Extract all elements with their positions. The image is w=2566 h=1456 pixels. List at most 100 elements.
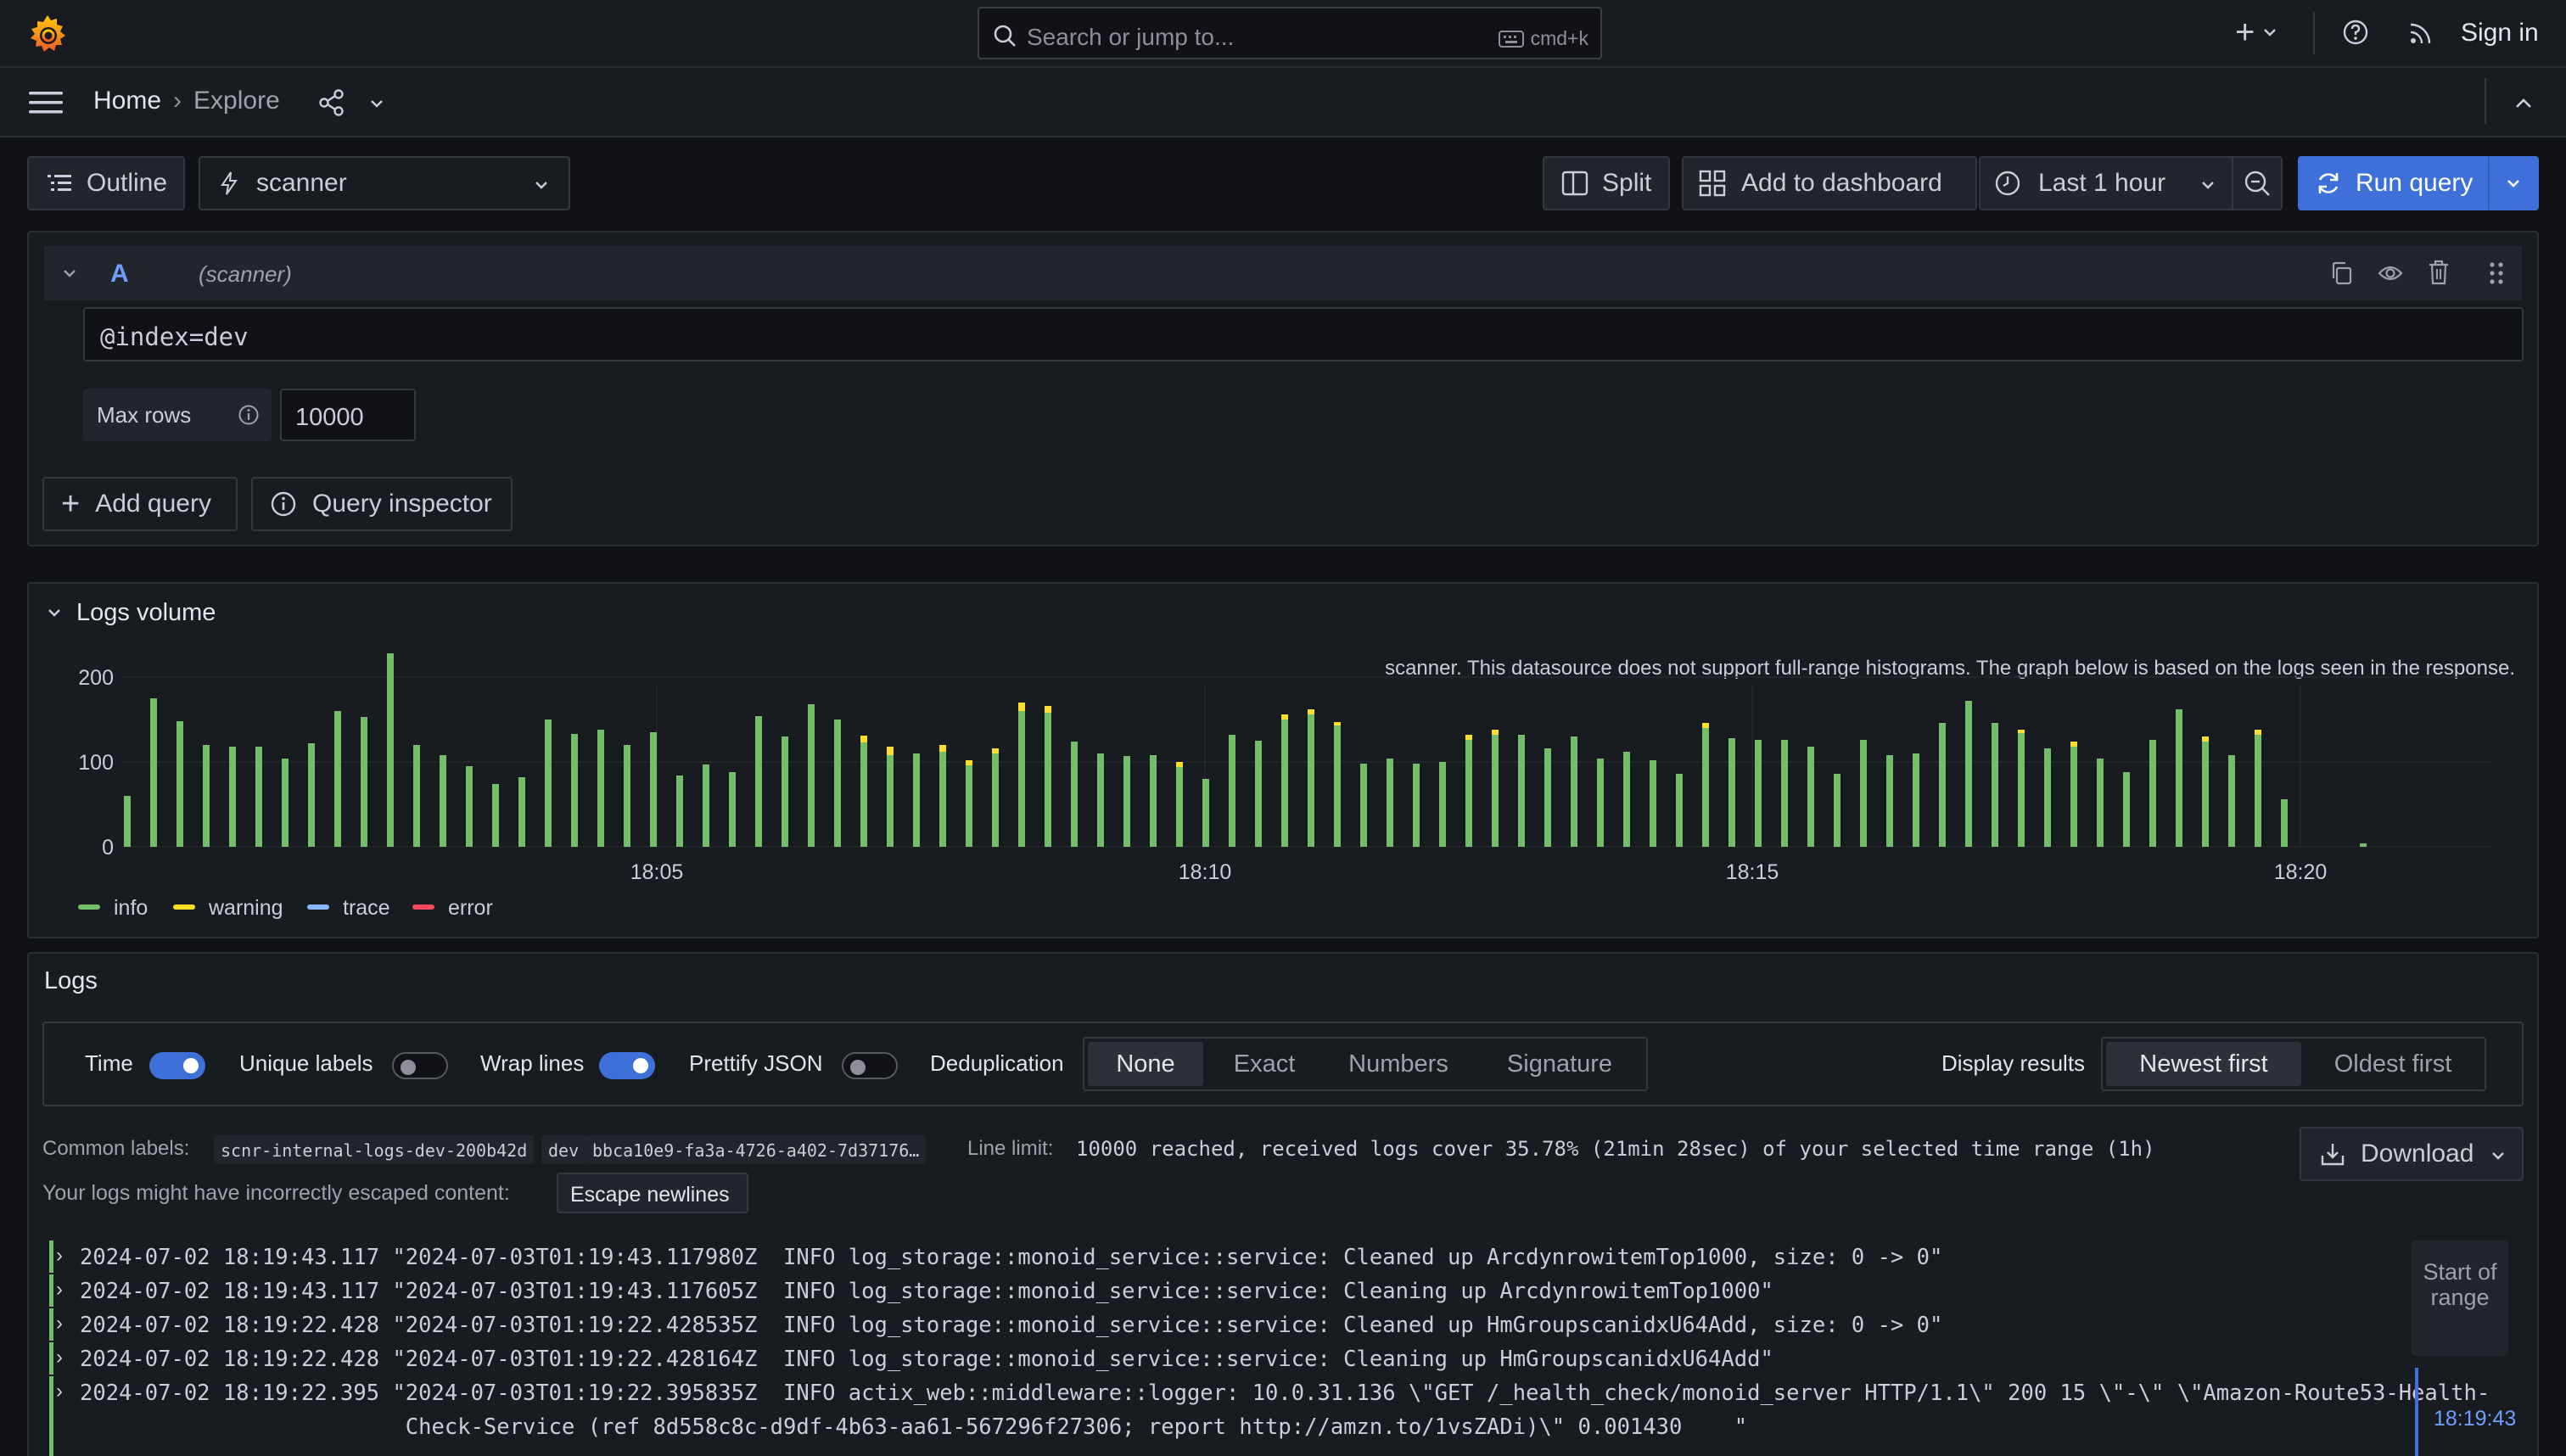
chevron-down-icon (535, 182, 547, 189)
log-row[interactable]: 2024-07-02 18:19:43.117 "2024-07-03T01:1… (80, 1274, 1773, 1308)
chevron-down-icon (2202, 182, 2214, 189)
query-datasource-hint: (scanner) (199, 261, 292, 287)
divider (2313, 12, 2315, 54)
bar-info (1360, 764, 1367, 847)
rss-icon[interactable] (2408, 20, 2434, 46)
bar-info (1123, 756, 1130, 847)
order-option-newest[interactable]: Newest first (2106, 1042, 2301, 1086)
bar-info (624, 745, 630, 847)
display-results-selector: Newest first Oldest first (2101, 1037, 2486, 1091)
query-inspector-button[interactable]: Query inspector (251, 477, 513, 531)
zoom-out-button[interactable] (2232, 156, 2283, 210)
bar-info (492, 784, 499, 847)
start-of-range-button[interactable]: Start of range (2412, 1240, 2508, 1356)
chevron-down-icon[interactable] (368, 95, 385, 112)
time-toggle-label: Time (85, 1050, 133, 1076)
bar-info (913, 753, 920, 847)
new-menu-button[interactable]: + (2235, 15, 2278, 49)
collapse-chevron-icon[interactable] (61, 265, 78, 282)
bar-info (1913, 753, 1919, 847)
legend-item-info: info (114, 896, 148, 920)
dedup-option-numbers[interactable]: Numbers (1325, 1042, 1471, 1086)
log-row[interactable]: 2024-07-02 18:19:43.117 "2024-07-03T01:1… (80, 1240, 1942, 1274)
query-row-header: A (scanner) (44, 246, 2522, 300)
outline-button[interactable]: Outline (27, 156, 185, 210)
bar-info (992, 753, 999, 847)
download-label: Download (2361, 1140, 2474, 1168)
bar-info (1571, 736, 1577, 847)
bar-info (1413, 764, 1420, 847)
datasource-picker[interactable]: scanner (199, 156, 570, 210)
grafana-logo-icon[interactable] (25, 12, 70, 56)
delete-query-trash-icon[interactable] (2427, 260, 2451, 285)
log-row[interactable]: 2024-07-02 18:19:22.428 "2024-07-03T01:1… (80, 1342, 1773, 1376)
display-results-label: Display results (1941, 1050, 2086, 1076)
log-level-indicator (49, 1240, 53, 1273)
bar-warning (860, 736, 867, 742)
split-button[interactable]: Split (1543, 156, 1670, 210)
bar-info (1308, 714, 1314, 847)
expand-row-chevron-icon[interactable]: › (56, 1312, 63, 1336)
prettify-json-toggle[interactable] (842, 1052, 898, 1079)
add-to-dashboard-button[interactable]: Add to dashboard (1682, 156, 1977, 210)
unique-labels-toggle[interactable] (392, 1052, 448, 1079)
menu-icon[interactable] (29, 90, 63, 115)
bar-info (1229, 735, 1235, 847)
help-icon[interactable] (2342, 19, 2369, 46)
expand-row-chevron-icon[interactable]: › (56, 1380, 63, 1403)
bar-info (834, 720, 841, 847)
legend-swatch-warning (173, 904, 195, 910)
bar-info (1755, 740, 1762, 847)
time-toggle[interactable] (149, 1052, 205, 1079)
drag-handle-icon[interactable] (2488, 261, 2505, 287)
common-label-tag: dev (541, 1135, 586, 1164)
dedup-option-signature[interactable]: Signature (1476, 1042, 1643, 1086)
expand-row-chevron-icon[interactable]: › (56, 1278, 63, 1302)
order-option-oldest[interactable]: Oldest first (2303, 1042, 2483, 1086)
max-rows-input[interactable]: 10000 (280, 389, 416, 441)
expand-row-chevron-icon[interactable]: › (56, 1346, 63, 1369)
dedup-option-none[interactable]: None (1088, 1042, 1203, 1086)
escape-newlines-button[interactable]: Escape newlines (557, 1173, 748, 1213)
time-range-picker[interactable]: Last 1 hour (1979, 156, 2233, 210)
top-bar: Search or jump to... cmd+k + Sign in (0, 0, 2566, 68)
bar-warning (1018, 703, 1025, 711)
bar-info (1492, 735, 1499, 847)
download-button[interactable]: Download (2300, 1127, 2524, 1181)
deduplication-label: Deduplication (930, 1050, 1064, 1076)
bar-info (518, 777, 525, 847)
bar-info (1544, 748, 1551, 847)
log-row[interactable]: 2024-07-02 18:19:22.395 "2024-07-03T01:1… (80, 1376, 2490, 1410)
duplicate-query-icon[interactable] (2330, 261, 2354, 285)
bar-info (176, 721, 183, 847)
bar-info (2123, 772, 2130, 847)
dedup-option-exact[interactable]: Exact (1208, 1042, 1320, 1086)
search-placeholder: Search or jump to... (1027, 24, 1235, 50)
run-query-label: Run query (2356, 169, 2474, 197)
query-expression-input[interactable]: @index=dev (83, 307, 2524, 361)
breadcrumb-home[interactable]: Home (93, 87, 161, 115)
hide-query-eye-icon[interactable] (2378, 261, 2403, 285)
bar-info (2228, 755, 2235, 847)
keyboard-icon (1498, 30, 1524, 48)
max-rows-field-label: Max rows (83, 389, 272, 441)
bar-info (2255, 735, 2261, 847)
share-icon[interactable] (317, 88, 346, 117)
search-input[interactable]: Search or jump to... cmd+k (978, 7, 1602, 59)
bar-info (1965, 701, 1972, 847)
legend-swatch-trace (307, 904, 329, 910)
wrap-lines-toggle[interactable] (599, 1052, 655, 1079)
add-query-button[interactable]: + Add query (42, 477, 238, 531)
info-icon[interactable] (238, 404, 260, 426)
log-row[interactable]: 2024-07-02 18:19:22.428 "2024-07-03T01:1… (80, 1308, 1942, 1342)
sign-in-link[interactable]: Sign in (2461, 19, 2539, 48)
query-ref-id[interactable]: A (110, 260, 129, 288)
bar-info (1623, 752, 1630, 847)
expand-row-chevron-icon[interactable]: › (56, 1244, 63, 1268)
run-query-options-button[interactable] (2488, 156, 2539, 210)
breadcrumb-separator: › (173, 87, 182, 115)
run-query-button[interactable]: Run query (2298, 156, 2490, 210)
escape-warning-text: Your logs might have incorrectly escaped… (42, 1181, 510, 1205)
bar-warning (992, 748, 999, 753)
chevron-up-icon[interactable] (2513, 93, 2534, 114)
